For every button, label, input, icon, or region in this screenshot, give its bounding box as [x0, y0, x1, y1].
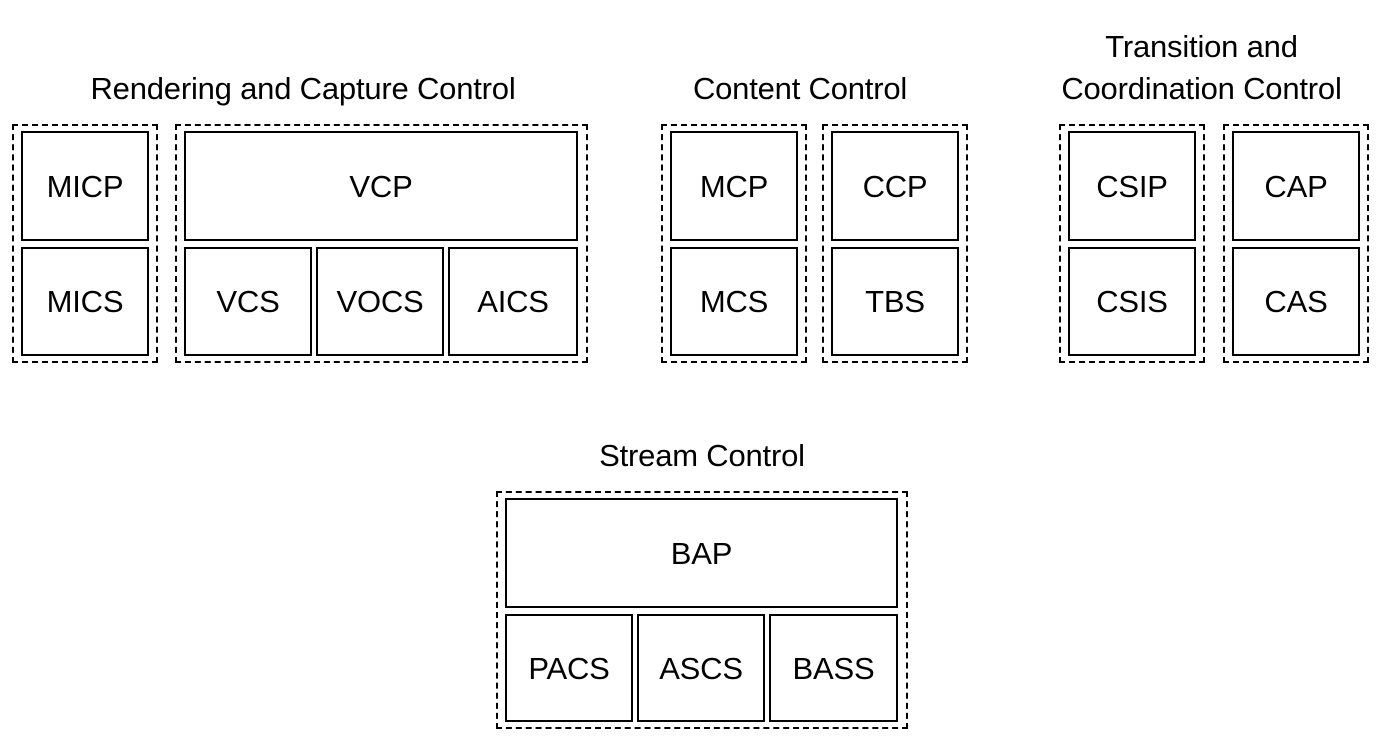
box-micp[interactable]: MICP — [21, 131, 149, 241]
box-csis[interactable]: CSIS — [1068, 247, 1196, 356]
box-vocs[interactable]: VOCS — [316, 247, 444, 356]
group-title-stream-control: Stream Control — [599, 438, 805, 473]
box-mcp[interactable]: MCP — [670, 131, 798, 241]
box-mcs[interactable]: MCS — [670, 247, 798, 356]
box-ascs[interactable]: ASCS — [637, 614, 765, 722]
box-pacs[interactable]: PACS — [505, 614, 633, 722]
box-mics[interactable]: MICS — [21, 247, 149, 356]
box-vcp[interactable]: VCP — [184, 131, 578, 241]
group-title-transition-and-coordination-control: Transition and Coordination Control — [1061, 29, 1342, 106]
box-cas[interactable]: CAS — [1232, 247, 1360, 356]
box-csip[interactable]: CSIP — [1068, 131, 1196, 241]
box-bap[interactable]: BAP — [505, 498, 898, 608]
group-title-content-control: Content Control — [692, 71, 908, 106]
box-ccp[interactable]: CCP — [831, 131, 959, 241]
box-vcs[interactable]: VCS — [184, 247, 312, 356]
box-bass[interactable]: BASS — [769, 614, 898, 722]
box-cap[interactable]: CAP — [1232, 131, 1360, 241]
group-title-rendering-and-capture-control: Rendering and Capture Control — [90, 71, 516, 106]
box-aics[interactable]: AICS — [448, 247, 578, 356]
box-tbs[interactable]: TBS — [831, 247, 959, 356]
